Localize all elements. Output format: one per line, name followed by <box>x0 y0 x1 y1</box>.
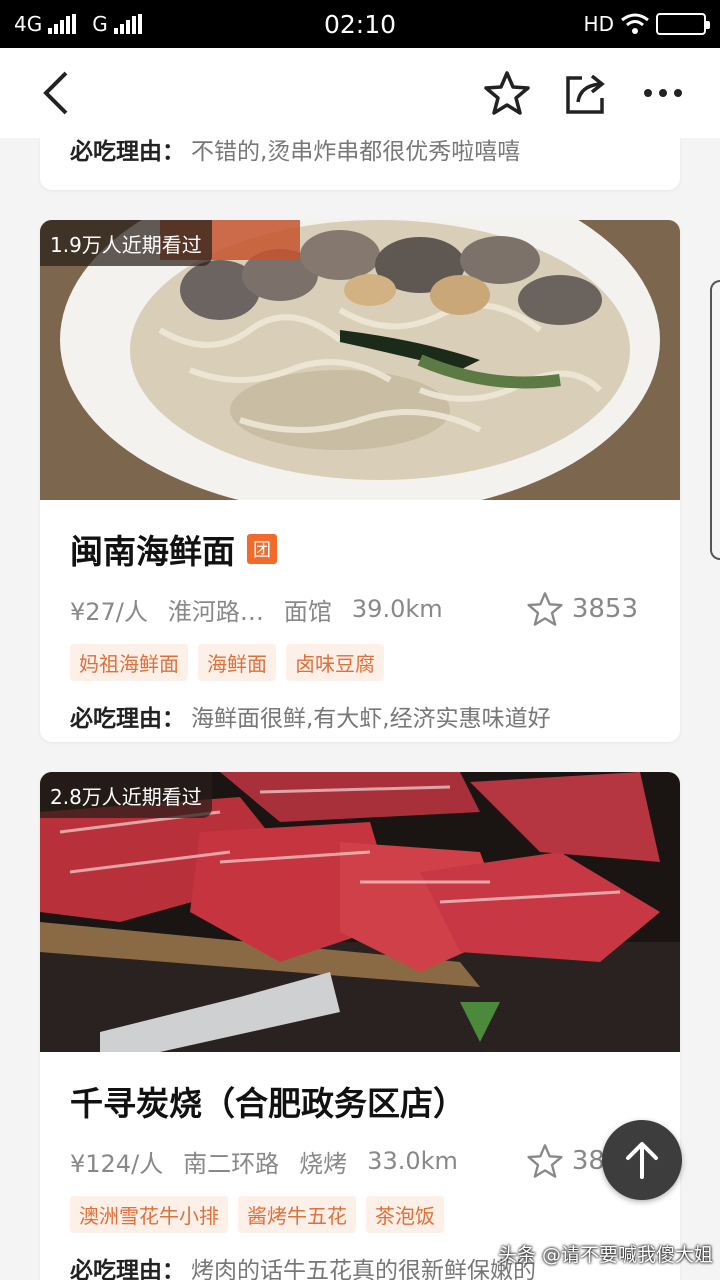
restaurant-card[interactable]: 1.9万人近期看过 闽南海鲜面 团 ¥27/人 淮河路… 面馆 39.0km 3… <box>40 220 680 742</box>
signal-icon-2 <box>113 14 142 34</box>
share-icon <box>566 74 605 114</box>
status-bar: 4G G 02:10 HD <box>0 0 720 48</box>
dish-tag[interactable]: 澳洲雪花牛小排 <box>70 1196 228 1233</box>
restaurant-title: 千寻炭烧（合肥政务区店） <box>70 1084 466 1123</box>
title-row: 千寻炭烧（合肥政务区店） <box>70 1078 650 1124</box>
dish-tag[interactable]: 妈祖海鲜面 <box>70 644 188 681</box>
favorite-button[interactable] <box>480 68 534 118</box>
category: 面馆 <box>283 597 332 626</box>
star-outline-icon <box>484 71 530 115</box>
tag-list: 澳洲雪花牛小排 酱烤牛五花 茶泡饭 <box>70 1196 650 1233</box>
restaurant-photo[interactable]: 1.9万人近期看过 <box>40 220 680 500</box>
meta-row: ¥124/人 南二环路 烧烤 33.0km 3869 <box>70 1144 650 1178</box>
reason-text: 烤肉的话牛五花真的很新鲜保嫩的 <box>191 1258 536 1280</box>
views-badge: 1.9万人近期看过 <box>40 220 212 266</box>
restaurant-title: 闽南海鲜面 <box>70 532 235 571</box>
back-button[interactable] <box>28 68 82 118</box>
distance: 39.0km <box>351 595 443 623</box>
battery-icon <box>656 13 710 35</box>
arrow-up-icon <box>626 1142 658 1179</box>
reason-label: 必吃理由： <box>70 1258 185 1280</box>
reason-label: 必吃理由： <box>70 139 185 165</box>
signal-group: 4G G <box>14 12 142 36</box>
group-buy-badge: 团 <box>247 534 277 564</box>
more-horizontal-icon <box>644 89 682 97</box>
dish-tag[interactable]: 海鲜面 <box>198 644 276 681</box>
category: 烧烤 <box>299 1149 348 1178</box>
restaurant-card[interactable]: 2.8万人近期看过 千寻炭烧（合肥政务区店） ¥124/人 南二环路 烧烤 33… <box>40 772 680 1280</box>
wifi-icon <box>621 13 649 34</box>
star-outline-icon <box>527 592 563 626</box>
distance: 33.0km <box>367 1147 458 1175</box>
nav-bar <box>0 48 720 138</box>
restaurant-photo[interactable]: 2.8万人近期看过 <box>40 772 680 1052</box>
views-badge: 2.8万人近期看过 <box>40 772 212 818</box>
edge-handle[interactable] <box>710 280 720 560</box>
reason-row: 必吃理由： 海鲜面很鲜,有大虾,经济实惠味道好 <box>70 699 650 733</box>
card-body: 闽南海鲜面 团 ¥27/人 淮河路… 面馆 39.0km 3853 妈祖海鲜面 … <box>40 500 680 733</box>
meta-row: ¥27/人 淮河路… 面馆 39.0km 3853 <box>70 592 650 626</box>
price: ¥124/人 <box>70 1149 164 1178</box>
network-type-1: 4G <box>14 12 43 36</box>
title-row: 闽南海鲜面 团 <box>70 526 650 572</box>
favorite-count-button[interactable]: 3853 <box>526 591 658 627</box>
reason-text: 海鲜面很鲜,有大虾,经济实惠味道好 <box>191 706 551 732</box>
chevron-left-icon <box>43 71 68 115</box>
scroll-to-top-button[interactable] <box>602 1120 682 1200</box>
area: 南二环路 <box>183 1149 280 1178</box>
dish-tag[interactable]: 茶泡饭 <box>366 1196 444 1233</box>
star-outline-icon <box>527 1144 563 1178</box>
watermark: 头条 @请不要喊我傻大姐 <box>498 1244 714 1266</box>
price: ¥27/人 <box>70 597 148 626</box>
status-right: HD <box>583 12 710 36</box>
share-button[interactable] <box>558 68 612 118</box>
area: 淮河路… <box>167 597 264 626</box>
hd-indicator: HD <box>583 12 614 36</box>
tag-list: 妈祖海鲜面 海鲜面 卤味豆腐 <box>70 644 650 681</box>
network-type-2: G <box>92 12 108 36</box>
more-button[interactable] <box>636 68 690 118</box>
favorite-count: 3853 <box>571 594 638 624</box>
reason-text: 不错的,烫串炸串都很优秀啦嘻嘻 <box>191 139 521 165</box>
dish-tag[interactable]: 卤味豆腐 <box>286 644 384 681</box>
dish-tag[interactable]: 酱烤牛五花 <box>238 1196 356 1233</box>
reason-label: 必吃理由： <box>70 706 185 732</box>
signal-icon <box>48 14 77 34</box>
